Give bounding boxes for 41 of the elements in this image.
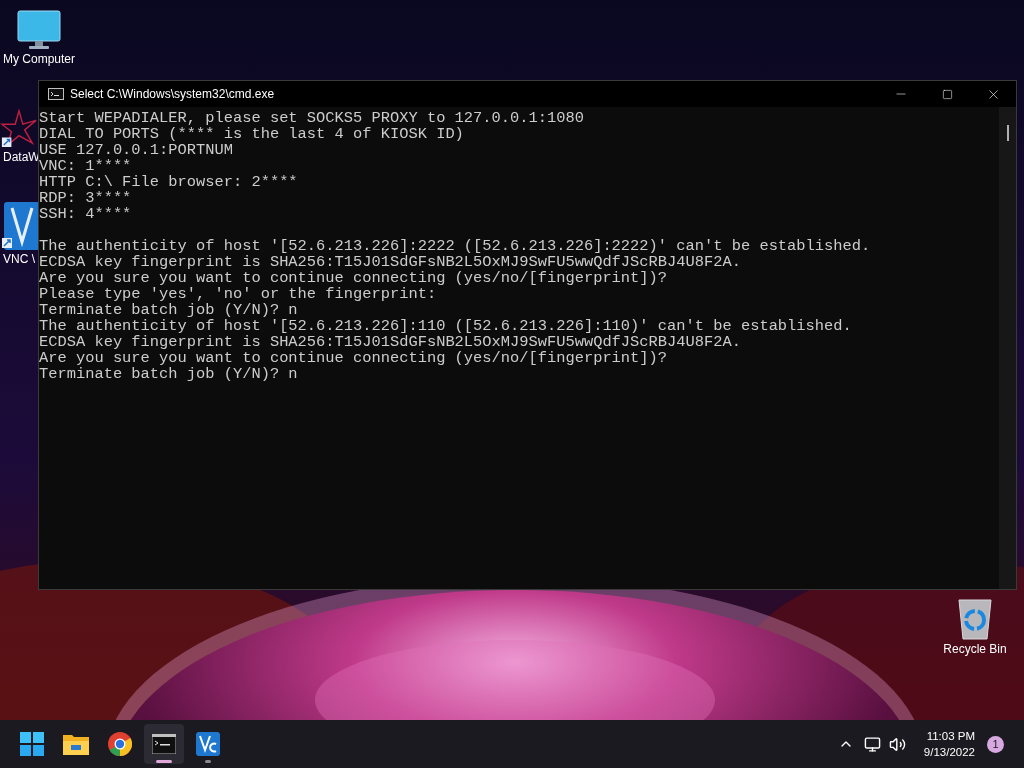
clock-date: 9/13/2022 [923,745,975,760]
console-line: VNC: 1**** [39,158,132,174]
console-line: Terminate batch job (Y/N)? n [39,302,298,318]
console-line: Terminate batch job (Y/N)? n [39,366,298,382]
console-line: SSH: 4**** [39,206,132,222]
recycle-bin-icon [957,598,993,640]
maximize-icon [941,88,953,100]
console-line: Are you sure you want to continue connecting (yes/no/[fingerprint])? [39,270,668,286]
console-line: Are you sure you want to continue connecting (yes/no/[fingerprint])? [39,350,668,366]
desktop-icon-label[interactable]: My Computer [0,52,78,66]
clock-time: 11:03 PM [926,729,975,744]
starburst-icon [0,108,38,148]
window-title: Select C:\Windows\system32\cmd.exe [70,86,275,103]
console-line: The authenticity of host '[52.6.213.226]:110 ([52.6.213.226]:110)' can't be established. [39,318,852,334]
console-icon [48,88,64,100]
notification-badge[interactable]: 1 [987,735,1004,753]
terminal-icon [152,734,176,754]
console-line: DIAL TO PORTS (**** is the last 4 of KIOSK ID) [39,126,464,142]
windows-logo-icon [20,732,44,756]
network-icon[interactable] [863,735,881,753]
folder-icon [63,733,89,755]
console-line: HTTP C:\ File browser: 2**** [39,174,298,190]
console-line: ECDSA key fingerprint is SHA256:T15J01SdGFsNB2L5OxMJ9SwFU5wwQdfJScRBJ4U8F2A. [39,334,741,350]
console-line: ECDSA key fingerprint is SHA256:T15J01SdGFsNB2L5OxMJ9SwFU5wwQdfJScRBJ4U8F2A. [39,254,741,270]
monitor-icon [17,10,61,50]
running-indicator [156,760,172,763]
clock[interactable]: 11:03 PM 9/13/2022 [923,728,975,760]
console-line: RDP: 3**** [39,190,132,206]
desktop-icon-label[interactable]: VNC \ [0,252,40,266]
vnc-icon [0,202,40,250]
chrome-icon [108,732,132,756]
console-line: Start WEPADIALER, please set SOCKS5 PROXY to 127.0.0.1:1080 [39,110,584,126]
console-line: USE 127.0.0.1:PORTNUM [39,142,233,158]
taskbar-app-button[interactable] [144,724,184,764]
desktop-icon-label[interactable]: Recycle Bin [936,642,1014,656]
volume-icon[interactable] [888,735,906,753]
desktop-icon-label[interactable]: DataW [0,150,40,164]
console-line: The authenticity of host '[52.6.213.226]:2222 ([52.6.213.226]:2222)' can't be established. [39,238,871,254]
vnc-icon [196,732,220,756]
running-indicator [205,760,211,763]
console-line: Please type 'yes', 'no' or the fingerprint: [39,286,437,302]
